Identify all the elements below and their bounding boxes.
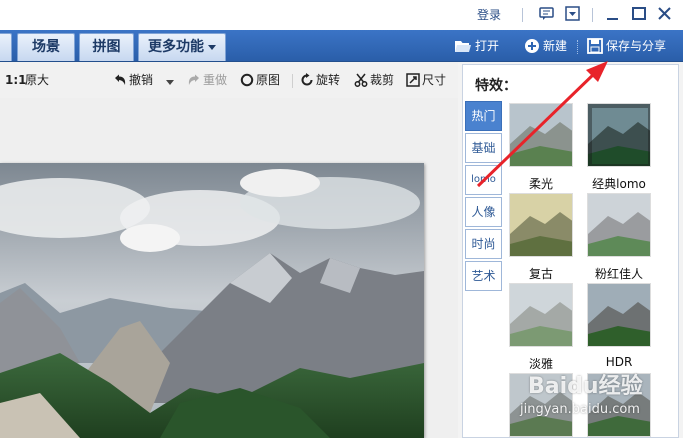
close-icon[interactable] bbox=[656, 5, 674, 23]
dropdown-box-icon[interactable] bbox=[564, 5, 582, 23]
effect-thumb-classic-lomo[interactable] bbox=[587, 103, 651, 167]
redo-icon bbox=[188, 74, 199, 85]
ratio-one-to-one[interactable]: 1:1 bbox=[5, 72, 27, 88]
save-icon bbox=[587, 38, 603, 54]
chat-icon[interactable] bbox=[538, 5, 556, 23]
effects-title: 特效： bbox=[475, 78, 517, 94]
main-toolbar: 场景 拼图 更多功能 打开 新建 保存与分享 bbox=[0, 30, 683, 62]
circle-icon bbox=[240, 73, 254, 87]
original-size-button[interactable]: 原大 bbox=[25, 72, 49, 88]
title-bar: 登录 bbox=[0, 0, 683, 30]
open-button[interactable]: 打开 bbox=[454, 35, 499, 57]
login-link[interactable]: 登录 bbox=[477, 6, 501, 23]
category-basic[interactable]: 基础 bbox=[465, 133, 502, 163]
tab-more-features[interactable]: 更多功能 bbox=[138, 33, 226, 61]
effect-label-classic-lomo: 经典lomo bbox=[592, 177, 646, 191]
undo-button[interactable]: 撤销 bbox=[113, 72, 153, 88]
title-separator bbox=[592, 8, 593, 22]
category-art[interactable]: 艺术 bbox=[465, 261, 502, 291]
resize-icon bbox=[406, 73, 420, 87]
new-button[interactable]: 新建 bbox=[524, 35, 567, 57]
tab-beautify[interactable] bbox=[0, 33, 12, 61]
effect-label-pink-lady: 粉红佳人 bbox=[594, 267, 643, 281]
maximize-icon[interactable] bbox=[630, 5, 648, 23]
category-hot[interactable]: 热门 bbox=[465, 101, 502, 131]
rotate-icon bbox=[301, 73, 313, 86]
watermark-url: jingyan.baidu.com bbox=[520, 402, 640, 417]
effect-thumb-soft-light[interactable] bbox=[509, 103, 573, 167]
edit-toolbar: 1:1 原大 撤销 重做 原图 旋转 裁剪 尺寸 bbox=[0, 62, 458, 98]
plus-circle-icon bbox=[525, 39, 539, 53]
effect-label-hdr: HDR bbox=[605, 355, 633, 369]
title-separator bbox=[522, 8, 523, 22]
category-fashion[interactable]: 时尚 bbox=[465, 229, 502, 259]
watermark-logo: Baidu经验 bbox=[528, 374, 643, 399]
rotate-button[interactable]: 旋转 bbox=[300, 72, 340, 88]
crop-button[interactable]: 裁剪 bbox=[354, 72, 394, 88]
original-image-button[interactable]: 原图 bbox=[240, 72, 280, 88]
effect-thumb-pink-lady[interactable] bbox=[587, 193, 651, 257]
chevron-down-icon bbox=[208, 44, 216, 50]
mountain-photo[interactable] bbox=[0, 163, 424, 438]
effect-thumb-vintage[interactable] bbox=[509, 193, 573, 257]
editing-canvas[interactable] bbox=[0, 98, 458, 438]
effect-label-soft-light: 柔光 bbox=[528, 177, 553, 191]
effect-thumb-hdr[interactable] bbox=[587, 283, 651, 347]
undo-dropdown[interactable] bbox=[165, 72, 177, 88]
toolbar-separator bbox=[292, 74, 293, 88]
folder-open-icon bbox=[455, 41, 471, 52]
redo-button[interactable]: 重做 bbox=[187, 72, 227, 88]
size-button[interactable]: 尺寸 bbox=[406, 72, 446, 88]
tab-collage[interactable]: 拼图 bbox=[79, 33, 134, 61]
effect-label-vintage: 复古 bbox=[528, 267, 553, 281]
minimize-icon[interactable] bbox=[604, 5, 622, 23]
tab-scene[interactable]: 场景 bbox=[17, 33, 75, 61]
category-lomo[interactable]: lomo bbox=[465, 165, 502, 195]
save-share-button[interactable]: 保存与分享 bbox=[587, 35, 666, 57]
undo-icon bbox=[115, 74, 126, 85]
category-portrait[interactable]: 人像 bbox=[465, 197, 502, 227]
scissors-icon bbox=[354, 73, 368, 87]
chevron-down-icon bbox=[166, 80, 174, 85]
toolbar-separator bbox=[577, 40, 579, 54]
effect-thumb-elegant[interactable] bbox=[509, 283, 573, 347]
